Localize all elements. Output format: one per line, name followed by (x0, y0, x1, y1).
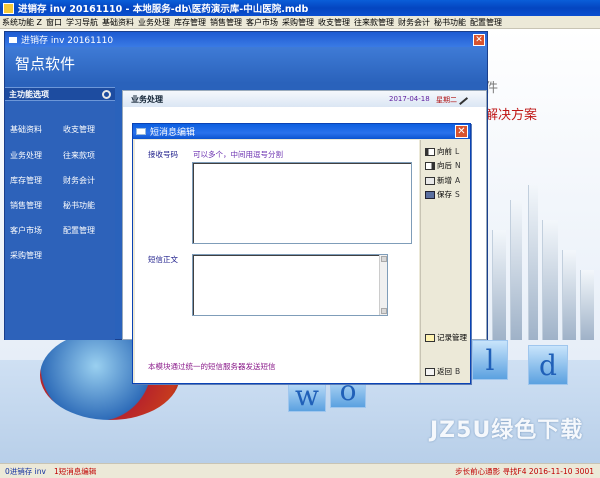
word-letter-box: l (472, 340, 508, 380)
window-icon (9, 36, 17, 43)
inner-title: 进销存 inv 20161110 (21, 36, 114, 46)
sidebar-item-business[interactable]: 业务处理 (10, 150, 42, 161)
app-icon (3, 2, 14, 14)
sidebar-item-income-expense[interactable]: 收支管理 (63, 124, 95, 135)
recipient-label: 接收号码 (148, 150, 178, 159)
status-info: 步长前心通影 寻找F4 2016-11-10 3001 (455, 466, 594, 476)
recipient-hint: 可以多个，中间用逗号分割 (193, 150, 283, 159)
record-management-button[interactable]: 记录管理 (425, 332, 467, 343)
app-title: 进销存 inv 20161110 - 本地服务-db\医药演示库-中山医院.md… (18, 4, 309, 15)
building-graphic (510, 200, 522, 340)
menu-purchase[interactable]: 采购管理 (282, 17, 314, 28)
menu-bar: 系统功能 Z 窗口 学习导航 基础资料 业务处理 库存管理 销售管理 客户市场 … (0, 16, 600, 29)
sidebar-item-sales[interactable]: 销售管理 (10, 200, 42, 211)
save-button[interactable]: 保存 S (425, 189, 460, 200)
status-window-tab[interactable]: 0进销存 inv (5, 466, 46, 477)
menu-inventory[interactable]: 库存管理 (174, 17, 206, 28)
building-graphic (542, 220, 558, 340)
save-icon (425, 190, 435, 199)
word-letter-box: d (528, 345, 568, 385)
menu-learning[interactable]: 学习导航 (66, 17, 98, 28)
sidebar-header: 主功能选项 (5, 87, 115, 101)
dialog-body: 接收号码 可以多个，中间用逗号分割 短信正文 本模块通过统一的短信服务器发送短信 (135, 140, 419, 383)
menu-system[interactable]: 系统功能 Z (2, 17, 42, 28)
sidebar-item-inventory[interactable]: 库存管理 (10, 175, 42, 186)
recipient-input[interactable] (192, 162, 412, 244)
menu-config[interactable]: 配置管理 (470, 17, 502, 28)
next-icon (425, 161, 435, 170)
record-icon (425, 333, 435, 342)
app-titlebar: 进销存 inv 20161110 - 本地服务-db\医药演示库-中山医院.md… (0, 0, 600, 16)
building-graphic (580, 270, 594, 340)
sms-dialog: 短消息编辑 ✕ 接收号码 可以多个，中间用逗号分割 短信正文 本模块通过统一的短… (132, 123, 471, 384)
gear-icon[interactable] (102, 90, 111, 99)
menu-window[interactable]: 窗口 (46, 17, 62, 28)
scroll-down-icon[interactable] (381, 308, 387, 314)
status-bar: 0进销存 inv 1短消息编辑 步长前心通影 寻找F4 2016-11-10 3… (0, 463, 600, 478)
status-dialog-tab[interactable]: 1短消息编辑 (54, 466, 96, 477)
inner-titlebar: 进销存 inv 20161110 (5, 32, 487, 47)
menu-secretary[interactable]: 秘书功能 (434, 17, 466, 28)
menu-basic-data[interactable]: 基础资料 (102, 17, 134, 28)
sidebar-item-customer[interactable]: 客户市场 (10, 225, 42, 236)
watermark-text: JZ5U绿色下载 (430, 418, 584, 443)
sidebar: 主功能选项 基础资料 收支管理 业务处理 往来款项 库存管理 财务会计 销售管理… (5, 87, 115, 340)
dialog-button-panel: 向前 L 向后 N 新增 A 保存 S 记录管理 返回 B (420, 140, 470, 383)
scroll-up-icon[interactable] (381, 256, 387, 262)
prev-icon (425, 147, 435, 156)
body-label: 短信正文 (148, 255, 178, 264)
next-button[interactable]: 向后 N (425, 160, 461, 171)
menu-accounting[interactable]: 财务会计 (398, 17, 430, 28)
menu-finance-in-out[interactable]: 收支管理 (318, 17, 350, 28)
dialog-close-button[interactable]: ✕ (455, 125, 468, 138)
vertical-scrollbar[interactable] (379, 255, 387, 315)
menu-sales[interactable]: 销售管理 (210, 17, 242, 28)
sidebar-item-basic-data[interactable]: 基础资料 (10, 124, 42, 135)
sidebar-header-label: 主功能选项 (9, 89, 49, 99)
message-body-input[interactable] (192, 254, 388, 316)
new-icon (425, 176, 435, 185)
dialog-footer-note: 本模块通过统一的短信服务器发送短信 (148, 362, 276, 371)
product-name: 智点软件 (5, 47, 487, 83)
sidebar-item-secretary[interactable]: 秘书功能 (63, 200, 95, 211)
new-button[interactable]: 新增 A (425, 175, 460, 186)
sidebar-item-purchase[interactable]: 采购管理 (10, 250, 42, 261)
building-graphic (528, 185, 538, 340)
back-button[interactable]: 返回 B (425, 366, 460, 377)
sidebar-item-accounting[interactable]: 财务会计 (63, 175, 95, 186)
building-graphic (492, 230, 506, 340)
banner-slogan: 解决方案 (485, 108, 538, 123)
dialog-title: 短消息编辑 (150, 128, 196, 138)
building-graphic (562, 250, 576, 340)
menu-business[interactable]: 业务处理 (138, 17, 170, 28)
inner-close-button[interactable]: ✕ (473, 34, 485, 46)
back-icon (425, 367, 435, 376)
menu-accounts[interactable]: 往来款管理 (354, 17, 394, 28)
prev-button[interactable]: 向前 L (425, 146, 459, 157)
content-title: 业务处理 (123, 91, 486, 107)
sidebar-item-accounts[interactable]: 往来款项 (63, 150, 95, 161)
sidebar-item-config[interactable]: 配置管理 (63, 225, 95, 236)
menu-customer[interactable]: 客户市场 (246, 17, 278, 28)
dialog-icon (136, 128, 146, 135)
current-date: 2017-04-18 (389, 95, 430, 103)
dialog-titlebar: 短消息编辑 (133, 124, 470, 139)
